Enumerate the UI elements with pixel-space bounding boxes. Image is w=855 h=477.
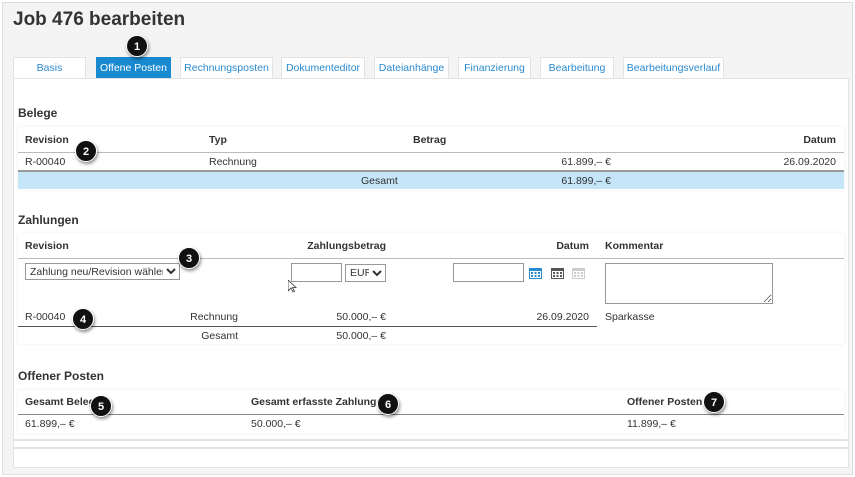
- tab-dateianhaenge[interactable]: Dateianhänge: [374, 57, 449, 78]
- col-datum: Datum: [803, 134, 836, 146]
- zahlungen-heading: Zahlungen: [18, 213, 79, 227]
- belege-total-row: [18, 170, 844, 189]
- col-kommentar: Kommentar: [605, 240, 663, 252]
- belege-total-value: 61.899,– €: [561, 175, 611, 187]
- cell-typ: Rechnung: [190, 311, 238, 323]
- page-title: Job 476 bearbeiten: [13, 9, 185, 31]
- tab-offene-posten[interactable]: Offene Posten: [96, 57, 171, 78]
- annotation-marker-1: 1: [126, 35, 148, 57]
- date-input[interactable]: [453, 263, 524, 282]
- revision-select[interactable]: Zahlung neu/Revision wählen: [25, 263, 180, 280]
- cell-revision: R-00040: [25, 156, 65, 168]
- divider: [18, 258, 844, 259]
- zahlungen-total-label: Gesamt: [201, 330, 238, 342]
- annotation-marker-3: 3: [178, 247, 200, 269]
- cell-typ: Rechnung: [209, 156, 257, 168]
- col-zahlungsbetrag: Zahlungsbetrag: [307, 240, 386, 252]
- annotation-marker-4: 4: [72, 308, 94, 330]
- divider: [18, 326, 597, 327]
- col-revision: Revision: [25, 134, 69, 146]
- calendar-today-icon[interactable]: [551, 266, 564, 279]
- amount-input[interactable]: [291, 263, 342, 282]
- currency-select[interactable]: EUR: [345, 264, 386, 282]
- mouse-cursor-icon: [288, 280, 297, 293]
- annotation-marker-6: 6: [377, 393, 399, 415]
- value-offener-posten: 11.899,– €: [627, 418, 676, 430]
- col-gesamt-zahlungen: Gesamt erfasste Zahlungen: [251, 396, 389, 408]
- panel-footer: [13, 448, 849, 468]
- tab-finanzierung[interactable]: Finanzierung: [458, 57, 531, 78]
- tab-rechnungsposten[interactable]: Rechnungsposten: [180, 57, 273, 78]
- tab-basis[interactable]: Basis: [13, 57, 86, 78]
- annotation-marker-5: 5: [90, 395, 112, 417]
- calendar-icon[interactable]: [529, 266, 542, 279]
- calendar-clear-icon[interactable]: [572, 266, 585, 279]
- divider: [18, 152, 844, 153]
- cell-datum: 26.09.2020: [536, 311, 589, 323]
- belege-total-label: Gesamt: [361, 175, 398, 187]
- tab-dokumenteditor[interactable]: Dokumenteditor: [281, 57, 365, 78]
- value-gesamt-zahlungen: 50.000,– €: [251, 418, 301, 430]
- cell-kommentar: Sparkasse: [605, 311, 655, 323]
- offener-posten-heading: Offener Posten: [18, 369, 104, 383]
- belege-heading: Belege: [18, 106, 57, 120]
- col-datum: Datum: [556, 240, 589, 252]
- cell-betrag: 50.000,– €: [336, 311, 386, 323]
- col-offener-posten: Offener Posten: [627, 396, 702, 408]
- panel-footer-strip: [13, 440, 849, 448]
- col-typ: Typ: [209, 134, 227, 146]
- comment-textarea[interactable]: [605, 263, 773, 304]
- annotation-marker-7: 7: [703, 391, 725, 413]
- col-betrag: Betrag: [413, 134, 446, 146]
- zahlungen-total-value: 50.000,– €: [336, 330, 386, 342]
- cell-revision: R-00040: [25, 311, 65, 323]
- cell-betrag: 61.899,– €: [561, 156, 611, 168]
- col-revision: Revision: [25, 240, 69, 252]
- cell-datum: 26.09.2020: [783, 156, 836, 168]
- value-gesamt-belege: 61.899,– €: [25, 418, 75, 430]
- divider: [18, 414, 844, 415]
- tab-bearbeitung[interactable]: Bearbeitung: [540, 57, 614, 78]
- tab-bearbeitungsverlauf[interactable]: Bearbeitungsverlauf: [623, 57, 724, 78]
- annotation-marker-2: 2: [75, 140, 97, 162]
